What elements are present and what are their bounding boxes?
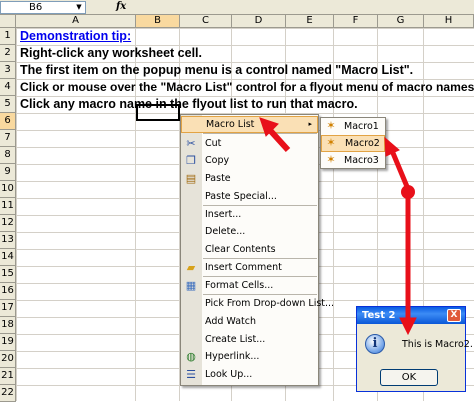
dialog-message: This is Macro2. xyxy=(402,339,473,350)
column-header-b[interactable]: B xyxy=(136,15,180,28)
menu-item-delete[interactable]: Delete... xyxy=(181,223,318,240)
row-header-18[interactable]: 18 xyxy=(0,317,16,334)
name-box[interactable]: B6 ▼ xyxy=(0,1,86,14)
column-header-c[interactable]: C xyxy=(180,15,232,28)
menu-item-hyperlink[interactable]: Hyperlink... xyxy=(181,348,318,365)
row-header-15[interactable]: 15 xyxy=(0,266,16,283)
menu-item-look-up[interactable]: Look Up... xyxy=(181,366,318,383)
menu-item-copy[interactable]: Copy xyxy=(181,152,318,169)
select-all-corner[interactable] xyxy=(0,15,16,28)
menu-item-label: Clear Contents xyxy=(205,244,276,255)
cell-a5[interactable]: Click any macro name in the flyout list … xyxy=(20,96,358,113)
row-header-3[interactable]: 3 xyxy=(0,62,16,79)
cell-a3[interactable]: The first item on the popup menu is a co… xyxy=(20,62,413,79)
row-header-2[interactable]: 2 xyxy=(0,45,16,62)
row-header-11[interactable]: 11 xyxy=(0,198,16,215)
menu-item-paste-special[interactable]: Paste Special... xyxy=(181,188,318,205)
research-icon: ☰ xyxy=(186,368,196,381)
menu-item-label: Hyperlink... xyxy=(205,351,260,362)
column-header-g[interactable]: G xyxy=(378,15,424,28)
menu-item-label: Delete... xyxy=(205,226,246,237)
row-header-8[interactable]: 8 xyxy=(0,147,16,164)
function-icon[interactable]: fx xyxy=(116,1,126,12)
row-header-14[interactable]: 14 xyxy=(0,249,16,266)
row-header-9[interactable]: 9 xyxy=(0,164,16,181)
menu-item-label: Format Cells... xyxy=(205,280,274,291)
menu-item-label: Paste Special... xyxy=(205,191,277,202)
macro-icon: ✶ xyxy=(326,119,336,132)
macro-icon: ✶ xyxy=(326,136,336,149)
column-header-f[interactable]: F xyxy=(334,15,378,28)
menu-item-clear-contents[interactable]: Clear Contents xyxy=(181,241,318,258)
menu-item-pick-from-drop-down-list[interactable]: Pick From Drop-down List... xyxy=(181,295,334,312)
active-cell-b6[interactable] xyxy=(136,104,180,121)
name-box-value: B6 xyxy=(29,2,43,13)
menu-item-label: Copy xyxy=(205,155,230,166)
menu-item-label: Paste xyxy=(205,173,231,184)
row-header-1[interactable]: 1 xyxy=(0,28,16,45)
comment-icon: ▰ xyxy=(186,261,196,274)
menu-item-macro-list[interactable]: Macro List ▸ xyxy=(181,116,318,133)
row-header-7[interactable]: 7 xyxy=(0,130,16,147)
paste-icon: ▤ xyxy=(185,172,197,185)
cell-a2[interactable]: Right-click any worksheet cell. xyxy=(20,45,202,62)
hyperlink-icon: ◍ xyxy=(186,350,196,363)
menu-item-cut[interactable]: Cut xyxy=(181,135,318,152)
row-header-22[interactable]: 22 xyxy=(0,385,16,402)
row-header-19[interactable]: 19 xyxy=(0,334,16,351)
format-cells-icon: ▦ xyxy=(185,279,197,292)
chevron-down-icon[interactable]: ▼ xyxy=(74,3,84,12)
row-header-21[interactable]: 21 xyxy=(0,368,16,385)
menu-item-label: Look Up... xyxy=(205,369,253,380)
row-header-5[interactable]: 5 xyxy=(0,96,16,113)
column-header-e[interactable]: E xyxy=(286,15,334,28)
menu-item-insert-comment[interactable]: Insert Comment xyxy=(181,259,318,276)
copy-icon: ❐ xyxy=(186,154,196,167)
chevron-right-icon: ▸ xyxy=(308,120,312,128)
menu-item-add-watch[interactable]: Add Watch xyxy=(181,313,318,330)
row-header-16[interactable]: 16 xyxy=(0,283,16,300)
menu-item-label: Insert... xyxy=(205,209,242,220)
menu-item-label: Create List... xyxy=(205,334,266,345)
row-header-6[interactable]: 6 xyxy=(0,113,16,130)
menu-item-create-list[interactable]: Create List... xyxy=(181,331,318,348)
menu-item-label: Pick From Drop-down List... xyxy=(205,298,335,309)
scissors-icon: ✂ xyxy=(186,137,196,150)
row-header-10[interactable]: 10 xyxy=(0,181,16,198)
close-icon[interactable]: X xyxy=(447,309,461,322)
macro-icon: ✶ xyxy=(326,153,336,166)
info-icon: i xyxy=(365,334,385,354)
row-header-17[interactable]: 17 xyxy=(0,300,16,317)
menu-item-label: Macro List xyxy=(206,119,255,130)
ok-button[interactable]: OK xyxy=(380,369,438,386)
menu-item-insert[interactable]: Insert... xyxy=(181,206,318,223)
menu-item-label: Cut xyxy=(205,138,222,149)
column-header-a[interactable]: A xyxy=(16,15,136,28)
menu-item-paste[interactable]: Paste xyxy=(181,170,318,187)
menu-separator xyxy=(203,133,317,134)
column-header-h[interactable]: H xyxy=(424,15,474,28)
cell-a4[interactable]: Click or mouse over the "Macro List" con… xyxy=(20,79,474,96)
row-header-12[interactable]: 12 xyxy=(0,215,16,232)
row-header-4[interactable]: 4 xyxy=(0,79,16,96)
column-header-d[interactable]: D xyxy=(232,15,286,28)
menu-item-label: Add Watch xyxy=(205,316,256,327)
menu-item-format-cells[interactable]: Format Cells... xyxy=(181,277,318,294)
menu-item-label: Insert Comment xyxy=(205,262,282,273)
cell-a1[interactable]: Demonstration tip: xyxy=(20,28,131,45)
row-header-20[interactable]: 20 xyxy=(0,351,16,368)
row-header-13[interactable]: 13 xyxy=(0,232,16,249)
